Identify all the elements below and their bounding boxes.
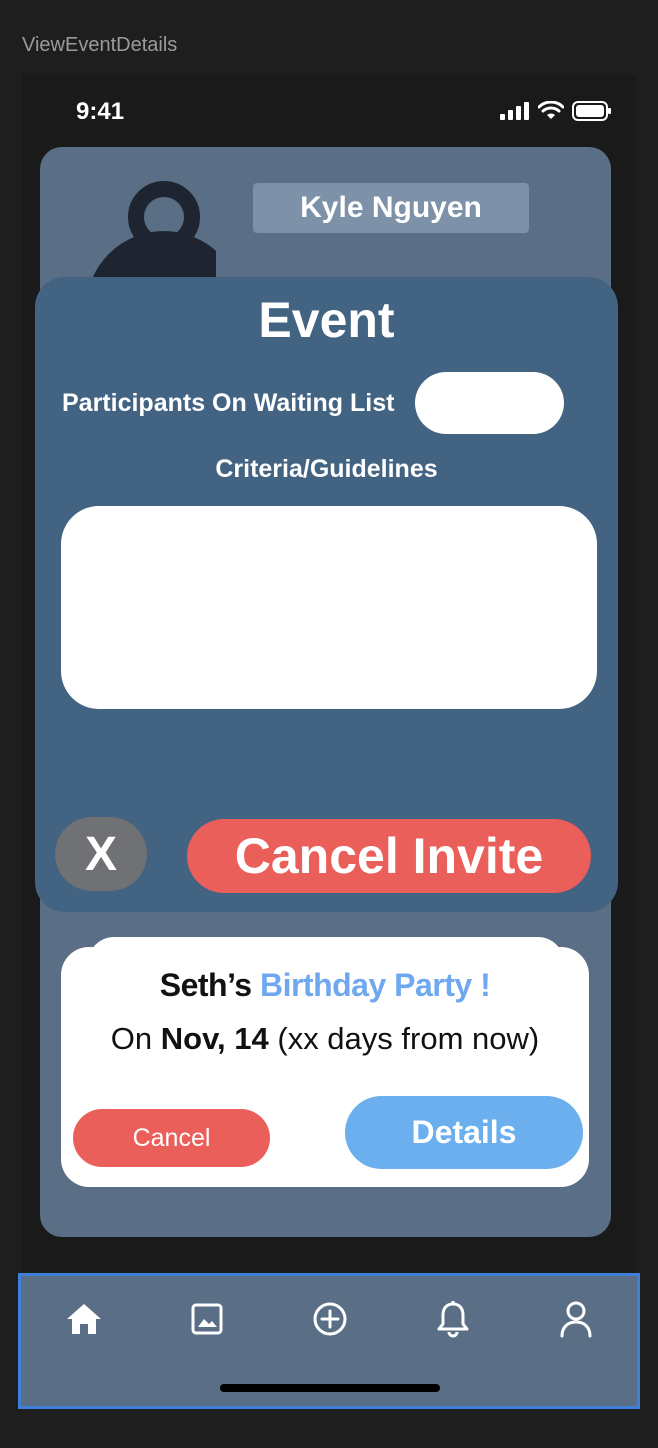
waitlist-label: Participants On Waiting List: [62, 389, 395, 417]
event-host: Seth’s: [159, 967, 252, 1003]
tab-create[interactable]: [305, 1296, 355, 1342]
tab-home[interactable]: [59, 1296, 109, 1342]
image-icon: [191, 1303, 223, 1335]
plus-circle-icon: [313, 1302, 347, 1336]
tab-profile[interactable]: [551, 1296, 601, 1342]
event-date-suffix: (xx days from now): [277, 1021, 540, 1056]
event-date-prefix: On: [110, 1021, 153, 1056]
event-date: On Nov, 14 (xx days from now): [61, 1021, 589, 1057]
cellular-signal-icon: [500, 102, 529, 120]
event-name: Birthday Party !: [259, 967, 491, 1003]
modal-title: Event: [258, 292, 395, 348]
status-time: 9:41: [76, 98, 125, 125]
user-icon: [560, 1301, 592, 1338]
details-button[interactable]: Details: [345, 1096, 583, 1169]
profile-name: Kyle Nguyen: [253, 183, 529, 233]
status-icons: [500, 101, 612, 121]
wifi-icon: [538, 101, 564, 119]
criteria-label: Criteria/Guidelines: [215, 455, 438, 483]
home-icon: [67, 1304, 101, 1334]
event-title: Seth’s Birthday Party !: [61, 967, 589, 1004]
tab-bar: [18, 1273, 640, 1409]
waitlist-input[interactable]: [415, 372, 564, 434]
event-date-value: Nov, 14: [160, 1021, 269, 1056]
tab-gallery[interactable]: [182, 1296, 232, 1342]
home-indicator: [220, 1384, 440, 1392]
event-modal: Event Participants On Waiting List Crite…: [35, 277, 618, 912]
criteria-field[interactable]: [61, 506, 597, 709]
frame-label: ViewEventDetails: [22, 34, 178, 56]
phone-screen: 9:41 Kyle Nguyen Seth’s Birthday Party !…: [22, 75, 636, 1375]
battery-icon: [572, 101, 611, 121]
close-button[interactable]: X: [55, 817, 147, 891]
tab-notifications[interactable]: [428, 1296, 478, 1342]
cancel-invite-button[interactable]: Cancel Invite: [187, 819, 591, 893]
cancel-event-button[interactable]: Cancel: [73, 1109, 270, 1167]
event-card: Seth’s Birthday Party ! On Nov, 14 (xx d…: [61, 947, 589, 1187]
bell-icon: [437, 1301, 469, 1338]
